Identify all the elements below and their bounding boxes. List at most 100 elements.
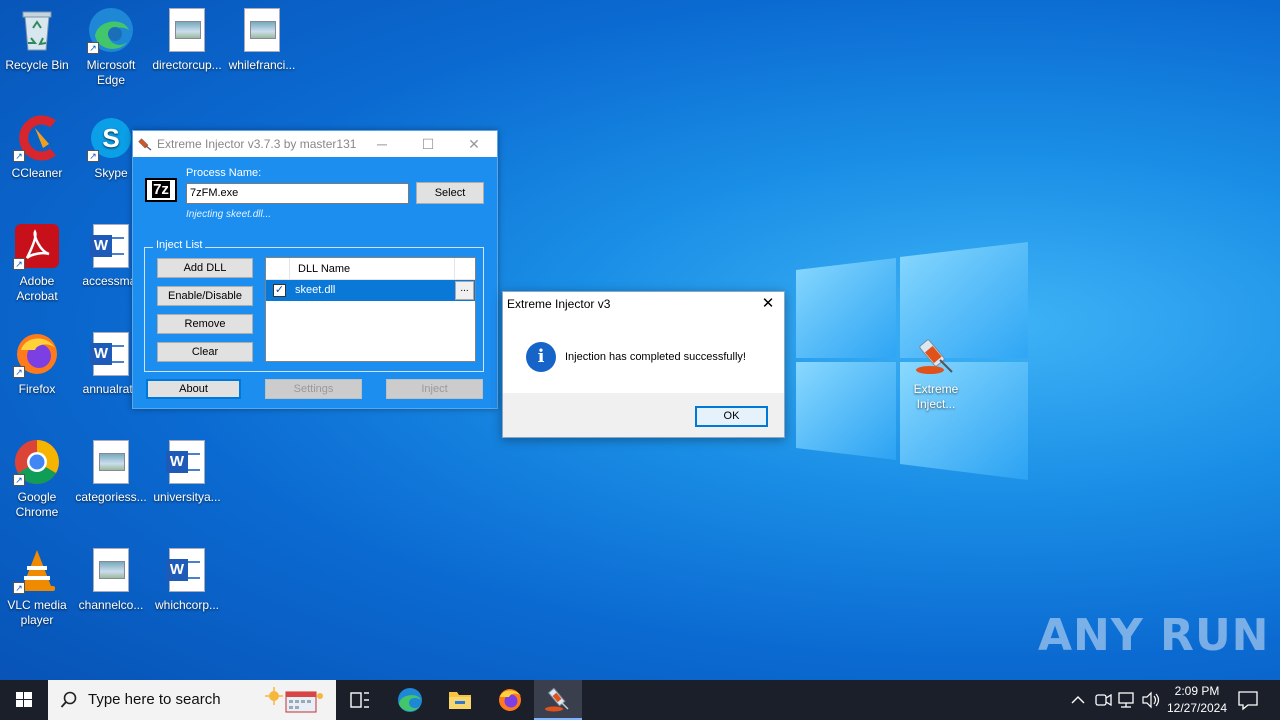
desktop-icon-recycle-bin[interactable]: Recycle Bin (0, 6, 74, 73)
desktop-icon-label: VLC media player (7, 598, 67, 627)
dialog-titlebar[interactable]: Extreme Injector v3 ✕ (503, 292, 784, 316)
desktop-icon-whichcorp[interactable]: W whichcorp... (150, 546, 224, 613)
desktop-icon-label: directorcup... (152, 58, 222, 72)
taskbar-firefox[interactable] (486, 680, 534, 720)
start-button[interactable] (0, 680, 48, 720)
taskbar-extreme-injector[interactable] (534, 680, 582, 720)
add-dll-button[interactable]: Add DLL (157, 258, 253, 278)
tray-network[interactable] (1116, 680, 1138, 720)
clock-time: 2:09 PM (1174, 684, 1220, 698)
search-placeholder: Type here to search (88, 691, 221, 708)
clock-date: 12/27/2024 (1166, 701, 1228, 715)
select-button[interactable]: Select (416, 182, 484, 204)
shortcut-arrow-icon: ↗ (13, 366, 25, 378)
process-name-input[interactable]: 7zFM.exe (186, 183, 409, 204)
desktop-icon-whilefranci[interactable]: whilefranci... (225, 6, 299, 73)
tray-volume[interactable] (1140, 680, 1162, 720)
task-view-button[interactable] (336, 680, 384, 720)
image-file-icon (93, 548, 129, 592)
edge-icon (398, 688, 422, 712)
chrome-icon: ↗ (13, 438, 61, 486)
injector-title: Extreme Injector v3.7.3 by master131 (157, 137, 357, 151)
action-center-button[interactable] (1234, 680, 1262, 720)
acrobat-icon: ↗ (13, 222, 61, 270)
desktop-icon-extreme-injector[interactable]: Extreme Inject... (899, 330, 973, 412)
camera-icon (1095, 693, 1112, 707)
dialog-close-button[interactable]: ✕ (752, 292, 784, 316)
recycle-bin-icon (13, 6, 61, 54)
calendar-icon (265, 687, 323, 713)
enabled-checkbox[interactable]: ✓ (273, 284, 286, 297)
image-file-icon (244, 8, 280, 52)
taskbar-file-explorer[interactable] (436, 680, 484, 720)
taskbar-clock[interactable]: 2:09 PM 12/27/2024 (1160, 683, 1234, 717)
dll-list[interactable]: DLL Name ✓ skeet.dll ... (265, 257, 476, 362)
inject-list-title: Inject List (153, 239, 206, 251)
desktop-icon-categoriess[interactable]: categoriess... (74, 438, 148, 505)
desktop-icon-channelco[interactable]: channelco... (74, 546, 148, 613)
browse-button[interactable]: ... (455, 281, 474, 300)
svg-text:S: S (102, 123, 119, 153)
desktop-icon-edge[interactable]: ↗ Microsoft Edge (74, 6, 148, 88)
minimize-button[interactable]: ─ (359, 131, 405, 157)
image-file-icon (169, 8, 205, 52)
inject-button: Inject (386, 379, 483, 399)
tray-meet-now[interactable] (1092, 680, 1114, 720)
word-document-icon: W (90, 332, 129, 376)
desktop-icon-firefox[interactable]: ↗ Firefox (0, 330, 74, 397)
clear-button[interactable]: Clear (157, 342, 253, 362)
remove-button[interactable]: Remove (157, 314, 253, 334)
show-hidden-icons-button[interactable] (1068, 680, 1088, 720)
anyrun-watermark: ANY RUN (1038, 610, 1270, 661)
desktop-icon-label: whilefranci... (228, 58, 296, 72)
dll-name: skeet.dll (295, 284, 336, 296)
desktop-icon-universitya[interactable]: W universitya... (150, 438, 224, 505)
desktop-icon-directorcup[interactable]: directorcup... (150, 6, 224, 73)
network-icon (1118, 692, 1134, 708)
dll-list-row[interactable]: ✓ skeet.dll ... (266, 280, 475, 301)
desktop-icon-ccleaner[interactable]: ↗ CCleaner (0, 114, 74, 181)
shortcut-arrow-icon: ↗ (87, 150, 99, 162)
seven-zip-icon: 7z (145, 178, 177, 202)
firefox-icon: ↗ (13, 330, 61, 378)
shortcut-arrow-icon: ↗ (13, 474, 25, 486)
taskbar: Type here to search 2:09 PM 12/27/2024 (0, 680, 1280, 720)
shortcut-arrow-icon: ↗ (13, 258, 25, 270)
word-document-icon: W (166, 440, 205, 484)
syringe-icon (545, 687, 569, 712)
desktop-icon-label: Adobe Acrobat (16, 274, 58, 303)
desktop-icon-vlc[interactable]: ↗ VLC media player (0, 546, 74, 628)
word-document-icon: W (166, 548, 205, 592)
process-name-label: Process Name: (186, 167, 262, 179)
taskbar-search[interactable]: Type here to search (48, 680, 336, 720)
dll-name-column-header[interactable]: DLL Name (298, 263, 350, 275)
image-file-icon (93, 440, 129, 484)
dll-list-header: DLL Name (266, 258, 475, 280)
desktop-icon-label: Microsoft Edge (86, 58, 136, 87)
desktop-icon-label: whichcorp... (154, 598, 220, 612)
maximize-button: ☐ (421, 136, 435, 152)
desktop-icon-label: categoriess... (75, 490, 147, 504)
close-button[interactable]: ✕ (451, 131, 497, 157)
desktop-icon-acrobat[interactable]: ↗ Adobe Acrobat (0, 222, 74, 304)
edge-icon: ↗ (87, 6, 135, 54)
desktop-icon-chrome[interactable]: ↗ Google Chrome (0, 438, 74, 520)
desktop-icon-label: universitya... (153, 490, 221, 504)
enable-disable-button[interactable]: Enable/Disable (157, 286, 253, 306)
taskbar-edge[interactable] (386, 680, 434, 720)
desktop-icon-label: Google Chrome (15, 490, 59, 519)
info-icon: i (526, 342, 556, 372)
speaker-icon (1142, 691, 1160, 709)
desktop-icon-label: Extreme Inject... (913, 382, 959, 411)
skype-icon: S ↗ (87, 114, 135, 162)
dialog-title: Extreme Injector v3 (507, 297, 611, 311)
injector-titlebar[interactable]: Extreme Injector v3.7.3 by master131 ─ ☐… (133, 131, 497, 157)
desktop-icon-label: Recycle Bin (5, 58, 69, 72)
dialog-message: Injection has completed successfully! (565, 351, 746, 363)
ok-button[interactable]: OK (695, 406, 768, 427)
chevron-up-icon (1071, 696, 1085, 704)
syringe-icon (138, 138, 152, 151)
about-button[interactable]: About (146, 379, 241, 399)
search-icon (60, 691, 77, 708)
firefox-icon (499, 689, 521, 711)
